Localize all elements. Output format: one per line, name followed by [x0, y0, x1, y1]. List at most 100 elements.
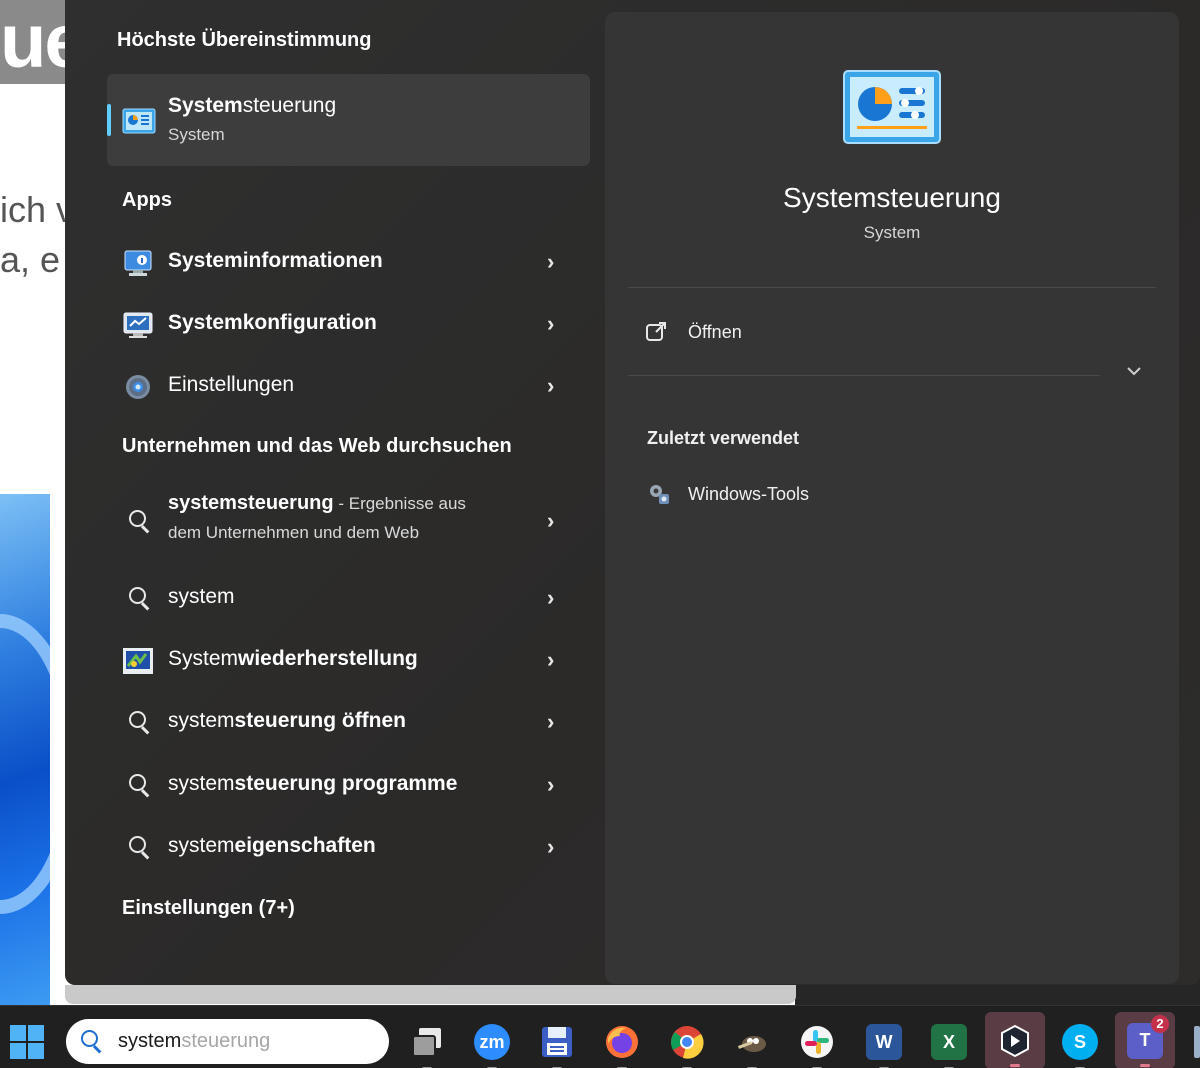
settings-gear-icon: [122, 372, 154, 402]
excel-logo: X: [931, 1024, 967, 1060]
chevron-right-icon[interactable]: ›: [547, 647, 554, 673]
system-information-icon: [122, 248, 154, 278]
app-label-match: System: [168, 249, 243, 272]
skype-icon[interactable]: S: [1058, 1020, 1102, 1068]
divider: [628, 375, 1100, 376]
windows-tools-icon: [647, 482, 671, 506]
best-match-title-rest: steuerung: [242, 94, 337, 117]
search-icon: [81, 1030, 105, 1054]
suggestion-completion: steuerung programme: [234, 772, 458, 795]
start-menu-edge: [65, 985, 796, 1004]
excel-icon[interactable]: X: [927, 1020, 971, 1068]
web-search-systemsteuerung-programme[interactable]: systemsteuerung programme ›: [107, 759, 590, 813]
app-label-rest: Einstellungen: [168, 373, 295, 396]
chevron-down-icon[interactable]: [1123, 360, 1145, 382]
recent-item-windows-tools[interactable]: Windows-Tools: [647, 480, 947, 510]
web-search-suffix: - Ergebnisse aus: [333, 494, 466, 513]
chevron-right-icon[interactable]: ›: [547, 373, 554, 399]
recent-item-label: Windows-Tools: [688, 484, 810, 504]
windows-start-button[interactable]: [10, 1025, 44, 1059]
control-panel-icon: [122, 106, 156, 136]
overflow-edge-icon: [1194, 1026, 1200, 1058]
suggestion-completion: eigenschaften: [234, 834, 376, 857]
web-search-systemeigenschaften[interactable]: systemeigenschaften ›: [107, 821, 590, 875]
skype-logo: S: [1062, 1024, 1098, 1060]
search-autocomplete-text: steuerung: [181, 1030, 271, 1052]
word-logo: W: [866, 1024, 902, 1060]
word-icon[interactable]: W: [862, 1020, 906, 1068]
web-search-term: systemsteuerung: [168, 492, 334, 514]
chevron-right-icon[interactable]: ›: [547, 834, 554, 860]
suggestion-prefix: System: [168, 647, 239, 670]
search-icon: [129, 836, 153, 860]
chevron-right-icon[interactable]: ›: [547, 709, 554, 735]
background-text-line: ich v: [0, 189, 75, 230]
zoom-logo: zm: [474, 1024, 510, 1060]
best-match-control-panel[interactable]: Systemsteuerung System: [107, 74, 590, 166]
chrome-icon[interactable]: [665, 1020, 709, 1068]
slack-icon[interactable]: [795, 1020, 839, 1068]
suggestion-completion: steuerung öffnen: [234, 709, 407, 732]
app-item-systemkonfiguration[interactable]: Systemkonfiguration ›: [107, 298, 590, 352]
web-search-system[interactable]: system ›: [107, 572, 590, 626]
teams-logo: T2: [1127, 1014, 1169, 1059]
search-icon: [129, 587, 153, 611]
search-input: systemsteuerung: [118, 1030, 270, 1053]
background-heading-band: ue: [0, 0, 87, 84]
task-view-icon[interactable]: [405, 1020, 449, 1068]
suggestion-prefix: system: [168, 585, 235, 608]
best-match-title: Systemsteuerung: [168, 94, 336, 118]
search-icon: [129, 774, 153, 798]
system-restore-icon: [122, 646, 154, 676]
open-button[interactable]: Öffnen: [645, 316, 945, 352]
web-search-systemwiederherstellung[interactable]: Systemwiederherstellung ›: [107, 634, 590, 688]
notification-badge: 2: [1151, 1014, 1169, 1033]
best-match-subtitle: System: [168, 125, 225, 144]
app-item-einstellungen[interactable]: Einstellungen ›: [107, 360, 590, 414]
selection-accent: [107, 104, 111, 136]
web-search-description: dem Unternehmen und dem Web: [168, 523, 420, 542]
web-search-systemsteuerung-oeffnen[interactable]: systemsteuerung öffnen ›: [107, 696, 590, 750]
background-text-line: a, e: [0, 239, 61, 280]
app-item-systeminformationen[interactable]: Systeminformationen ›: [107, 236, 590, 290]
firefox-icon[interactable]: [600, 1020, 644, 1068]
settings-section-heading[interactable]: Einstellungen (7+): [122, 897, 295, 920]
details-subtitle: System: [863, 223, 921, 242]
taskbar-search-box[interactable]: systemsteuerung: [66, 1019, 389, 1064]
details-pane: Systemsteuerung System Öffnen Zuletzt ve…: [605, 12, 1179, 984]
open-label: Öffnen: [688, 322, 742, 342]
apps-heading: Apps: [122, 189, 172, 211]
save-disk-icon[interactable]: [535, 1020, 579, 1068]
search-icon: [129, 510, 153, 534]
recent-heading: Zuletzt verwendet: [647, 428, 800, 448]
web-search-systemsteuerung[interactable]: systemsteuerung - Ergebnisse aus dem Unt…: [107, 482, 590, 562]
teams-logo-letter: T: [1139, 1030, 1151, 1050]
search-typed-text[interactable]: system: [118, 1030, 181, 1052]
suggestion-prefix: system: [168, 834, 235, 857]
app-label-rest: konfiguration: [242, 311, 377, 334]
divider: [628, 287, 1156, 288]
chevron-right-icon[interactable]: ›: [547, 585, 554, 611]
app-label-match: System: [168, 311, 243, 334]
background-windows-wallpaper: [0, 494, 50, 1005]
suggestion-completion: wiederherstellung: [238, 647, 418, 670]
zoom-icon[interactable]: zm: [470, 1020, 514, 1068]
app-label-rest: informationen: [242, 249, 383, 272]
suggestion-prefix: system: [168, 772, 235, 795]
chevron-right-icon[interactable]: ›: [547, 508, 554, 534]
chevron-right-icon[interactable]: ›: [547, 311, 554, 337]
teams-icon[interactable]: T2: [1115, 1012, 1175, 1068]
best-match-title-match: System: [168, 94, 243, 117]
control-panel-icon: [843, 70, 941, 144]
search-icon: [129, 711, 153, 735]
web-search-heading: Unternehmen und das Web durchsuchen: [122, 435, 512, 457]
details-title: Systemsteuerung: [783, 182, 1001, 213]
chevron-right-icon[interactable]: ›: [547, 772, 554, 798]
suggestion-prefix: system: [168, 709, 235, 732]
system-configuration-icon: [122, 310, 154, 340]
chevron-right-icon[interactable]: ›: [547, 249, 554, 275]
open-external-icon: [645, 321, 667, 343]
gimp-icon[interactable]: [730, 1020, 774, 1068]
best-match-heading: Höchste Übereinstimmung: [117, 29, 372, 51]
shield-app-icon[interactable]: [985, 1012, 1045, 1068]
